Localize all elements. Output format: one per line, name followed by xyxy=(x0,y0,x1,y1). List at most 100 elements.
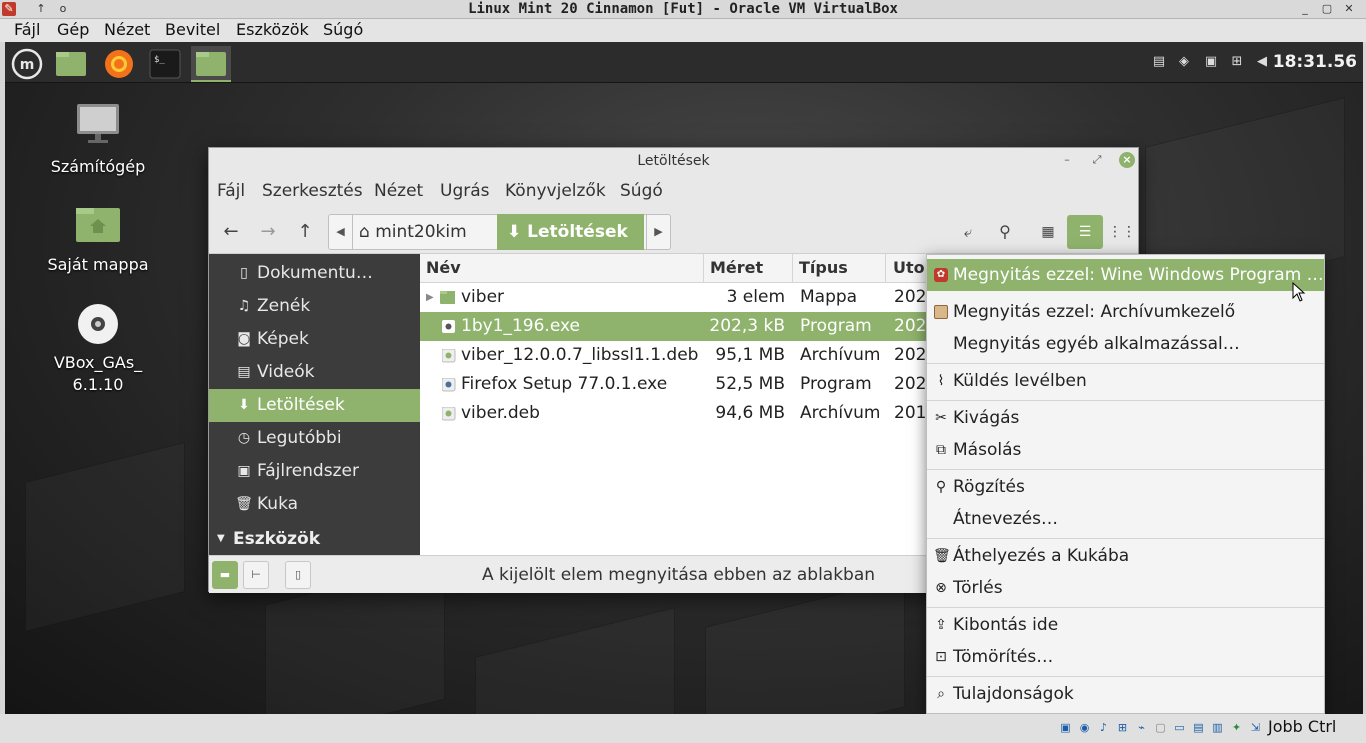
menu-item-rename[interactable]: Átnevezés… xyxy=(927,503,1324,535)
list-view-button[interactable]: ☰ xyxy=(1067,215,1103,249)
window-titlebar[interactable]: Letöltések – ⤢ × xyxy=(209,148,1138,174)
sidebar-item-recent[interactable]: ◷ Legutóbbi xyxy=(209,422,420,455)
menu-item-cut[interactable]: ✂ Kivágás xyxy=(927,402,1324,434)
breadcrumb-right-arrow[interactable]: ▶ xyxy=(646,215,670,249)
icon-view-button[interactable]: ▦ xyxy=(1030,215,1066,249)
clipboard-icon[interactable]: ▤ xyxy=(1151,54,1167,70)
taskbar-files-window[interactable] xyxy=(191,46,231,82)
show-tree-button[interactable]: ⊢ xyxy=(243,561,269,589)
hide-sidebar-button[interactable]: ▯ xyxy=(285,561,311,589)
close-icon[interactable]: × xyxy=(1119,152,1135,168)
menu-item-delete[interactable]: ⊗ Törlés xyxy=(927,572,1324,604)
file-size: 202,3 kB xyxy=(709,316,785,336)
menu-item-copy[interactable]: ⧉ Másolás xyxy=(927,434,1324,466)
maximize-icon[interactable]: ▢ xyxy=(1318,2,1336,16)
shield-icon[interactable]: ◈ xyxy=(1176,54,1192,70)
network-icon[interactable]: ⊞ xyxy=(1229,54,1245,70)
file-size: 94,6 MB xyxy=(715,403,785,423)
sidebar-item-downloads[interactable]: ⬇ Letöltések xyxy=(209,389,420,422)
menu-help[interactable]: Súgó xyxy=(620,181,663,201)
desktop-icon-label: Saját mappa xyxy=(47,255,149,274)
menu-item-label: Kivágás xyxy=(953,408,1020,428)
column-date[interactable]: Uto xyxy=(893,258,925,277)
firefox-launcher[interactable] xyxy=(99,46,139,82)
menu-item-open-with-wine[interactable]: ✿ Megnyitás ezzel: Wine Windows Program … xyxy=(927,259,1324,291)
menu-edit[interactable]: Szerkesztés xyxy=(262,181,363,201)
compact-view-button[interactable]: ⋮⋮ xyxy=(1104,215,1140,249)
sidebar-item-videos[interactable]: ▤ Videók xyxy=(209,356,420,389)
sidebar-item-pictures[interactable]: ◙ Képek xyxy=(209,323,420,356)
menu-item-compress[interactable]: ⊡ Tömörítés… xyxy=(927,641,1324,673)
column-type[interactable]: Típus xyxy=(799,258,848,277)
desktop-icon-home[interactable]: Saját mappa xyxy=(43,202,153,276)
cpu-icon[interactable]: ▥ xyxy=(1210,720,1225,735)
menu-item-pin[interactable]: ⚲ Rögzítés xyxy=(927,471,1324,503)
breadcrumb-left-arrow[interactable]: ◀ xyxy=(329,215,353,249)
vbox-menu-file[interactable]: Fájl xyxy=(14,20,40,39)
breadcrumb-home[interactable]: ⌂ mint20kim xyxy=(359,215,467,249)
column-name[interactable]: Név xyxy=(426,258,461,277)
search-button[interactable]: ⚲ xyxy=(987,215,1023,249)
status-message: A kijelölt elem megnyitása ebben az abla… xyxy=(482,565,876,585)
menu-item-send-email[interactable]: ⌇ Küldés levélben xyxy=(927,365,1324,397)
vbox-menu-input[interactable]: Bevitel xyxy=(165,20,220,39)
sidebar-section-devices[interactable]: ▼ Eszközök xyxy=(209,523,420,555)
audio-icon[interactable]: ♪ xyxy=(1096,720,1111,735)
menu-view[interactable]: Nézet xyxy=(374,181,423,201)
vbox-menu-view[interactable]: Nézet xyxy=(104,20,150,39)
menu-button[interactable]: m xyxy=(7,46,47,82)
column-size[interactable]: Méret xyxy=(710,258,763,277)
display-icon[interactable]: ▭ xyxy=(1172,720,1187,735)
desktop-icon-cdrom[interactable]: VBox_GAs_ 6.1.10 xyxy=(43,302,153,396)
minimize-icon[interactable]: _ xyxy=(1296,2,1314,16)
show-places-button[interactable]: ▬ xyxy=(212,561,238,589)
mouse-integration-icon[interactable]: ⇲ xyxy=(1248,720,1263,735)
sidebar-item-label: Legutóbbi xyxy=(257,428,342,448)
shared-folders-icon[interactable]: ▢ xyxy=(1153,720,1168,735)
virtualization-icon[interactable]: ✦ xyxy=(1229,720,1244,735)
back-button[interactable]: ← xyxy=(213,215,249,249)
menu-item-extract-here[interactable]: ⇪ Kibontás ide xyxy=(927,609,1324,641)
delete-icon: ⊗ xyxy=(935,580,947,596)
expand-arrow-icon[interactable]: ▶ xyxy=(426,283,434,312)
vbox-menu-devices[interactable]: Eszközök xyxy=(236,20,309,39)
vbox-menu-help[interactable]: Súgó xyxy=(323,20,363,39)
menu-item-open-with-archiver[interactable]: Megnyitás ezzel: Archívumkezelő xyxy=(927,296,1324,328)
files-launcher[interactable] xyxy=(51,46,91,82)
menu-item-move-to-trash[interactable]: 🗑 Áthelyezés a Kukába xyxy=(927,540,1324,572)
menu-item-properties[interactable]: ⌕ Tulajdonságok xyxy=(927,678,1324,710)
sidebar-item-label: Zenék xyxy=(257,296,311,316)
sidebar-item-trash[interactable]: 🗑 Kuka xyxy=(209,488,420,521)
clock[interactable]: 18:31.56 xyxy=(1273,52,1357,72)
sidebar-item-filesystem[interactable]: ▣ Fájlrendszer xyxy=(209,455,420,488)
toggle-location-button[interactable]: ⤶ xyxy=(950,215,986,249)
camera-icon: ◙ xyxy=(237,331,251,347)
menu-bookmarks[interactable]: Könyvjelzők xyxy=(505,181,606,201)
close-icon[interactable]: ✕ xyxy=(1340,2,1358,16)
forward-button[interactable]: → xyxy=(250,215,286,249)
up-button[interactable]: ↑ xyxy=(287,215,323,249)
file-size: 3 elem xyxy=(726,287,785,307)
hard-disk-icon[interactable]: ▣ xyxy=(1058,720,1073,735)
desktop-icon-computer[interactable]: Számítógép xyxy=(43,102,153,178)
video-capture-icon[interactable]: ▤ xyxy=(1191,720,1206,735)
collapse-arrow-icon: ▼ xyxy=(217,533,225,544)
drive-icon[interactable]: ▣ xyxy=(1203,54,1219,70)
usb-icon[interactable]: ⌁ xyxy=(1134,720,1149,735)
network-adapter-icon[interactable]: ⊞ xyxy=(1115,720,1130,735)
optical-drive-icon[interactable]: ◉ xyxy=(1077,720,1092,735)
menu-item-open-with-other[interactable]: Megnyitás egyéb alkalmazással… xyxy=(927,328,1324,360)
column-separator xyxy=(703,254,704,283)
sidebar-item-documents[interactable]: ▯ Dokumentu… xyxy=(209,257,420,290)
maximize-icon[interactable]: ⤢ xyxy=(1089,152,1105,168)
desktop-icon-label: Számítógép xyxy=(50,157,146,176)
sidebar-item-music[interactable]: ♫ Zenék xyxy=(209,290,420,323)
minimize-icon[interactable]: – xyxy=(1059,152,1075,168)
menu-go[interactable]: Ugrás xyxy=(440,181,490,201)
breadcrumb-current[interactable]: ⬇ Letöltések xyxy=(497,214,644,250)
volume-icon[interactable]: ◀ xyxy=(1254,54,1270,70)
terminal-launcher[interactable]: $_ xyxy=(145,46,185,82)
sidebar-section-label: Eszközök xyxy=(233,529,321,549)
menu-file[interactable]: Fájl xyxy=(217,181,245,201)
vbox-menu-machine[interactable]: Gép xyxy=(57,20,89,39)
